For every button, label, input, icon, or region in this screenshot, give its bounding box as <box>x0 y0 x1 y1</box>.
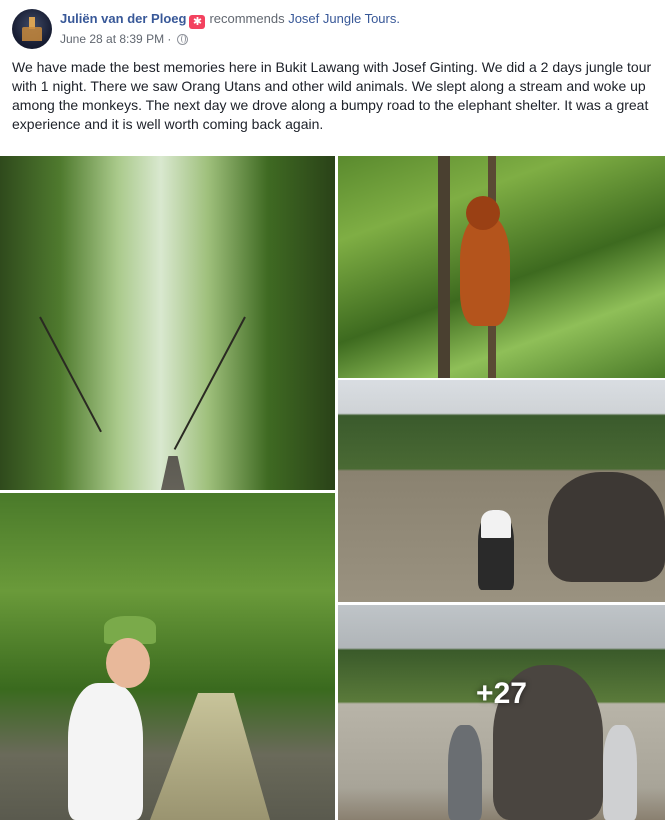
author-avatar[interactable] <box>12 9 52 49</box>
author-name[interactable]: Juliën van der Ploeg <box>60 11 186 26</box>
elephant <box>548 472 665 582</box>
girl-face <box>106 638 150 688</box>
post-text: We have made the best memories here in B… <box>12 59 652 132</box>
photo-orangutan[interactable] <box>338 156 665 378</box>
meta-separator: · <box>167 32 172 46</box>
orangutan-head <box>466 196 500 230</box>
post-header: Juliën van der Ploeg ✱ recommends Josef Ju… <box>12 9 652 51</box>
orangutan-body <box>460 216 510 326</box>
avatar-building <box>22 27 42 41</box>
photo-suspension-bridge[interactable] <box>0 156 335 490</box>
stream <box>150 693 270 820</box>
recommend-verb: recommends <box>209 11 285 26</box>
post-meta: June 28 at 8:39 PM · <box>60 32 188 46</box>
person-shirt <box>481 510 511 538</box>
globe-icon[interactable] <box>176 34 188 45</box>
post-timestamp[interactable]: June 28 at 8:39 PM <box>60 32 164 46</box>
bridge-deck <box>127 456 219 490</box>
bridge-cable-right <box>173 316 246 450</box>
more-photos-count[interactable]: +27 <box>338 605 665 820</box>
recommend-badge-icon: ✱ <box>189 15 206 29</box>
photo-elephant-river[interactable] <box>338 380 665 602</box>
page-link[interactable]: Josef Jungle Tours. <box>288 11 400 26</box>
girl-body <box>68 683 143 820</box>
tree-trunk <box>438 156 450 378</box>
photo-girl-at-stream[interactable] <box>0 493 335 820</box>
bridge-cable-left <box>39 316 102 433</box>
post-headline: Juliën van der Ploeg ✱ recommends Josef Ju… <box>60 11 400 29</box>
